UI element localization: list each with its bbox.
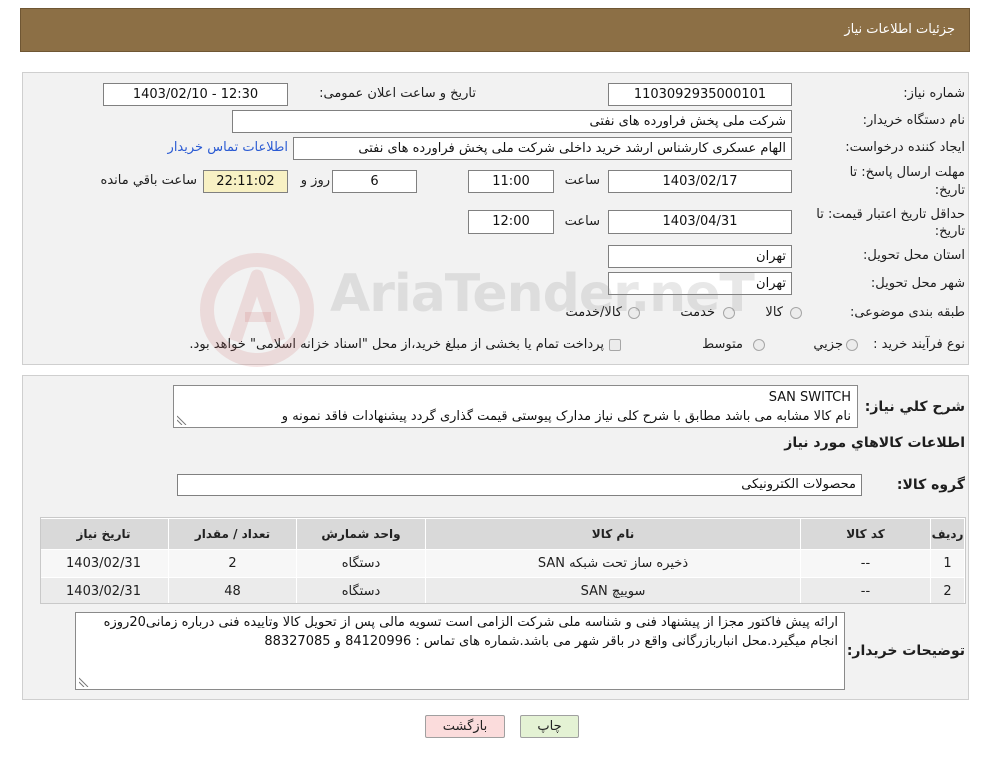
announce-date-field: 1403/02/10 - 12:30 [103, 83, 288, 106]
col-header-item-code: کد کالا [800, 518, 931, 550]
deadline-time-label: ساعت [564, 173, 600, 188]
validity-time-label: ساعت [564, 214, 600, 229]
category-goods-service-radio[interactable] [628, 307, 640, 319]
process-type-label: نوع فرآیند خرید : [873, 337, 965, 352]
deadline-label-line2: تاریخ: [934, 183, 965, 198]
cell-row-number: 2 [930, 577, 965, 603]
cell-quantity: 2 [168, 549, 297, 578]
days-remaining-field: 6 [332, 170, 417, 193]
validity-label-line1: حداقل تاریخ اعتبار قیمت: تا [816, 207, 965, 222]
description-line-1: SAN SWITCH [768, 390, 851, 405]
process-minor-radio[interactable] [846, 339, 858, 351]
cell-row-number: 1 [930, 549, 965, 578]
validity-time-field: 12:00 [468, 210, 554, 234]
province-field: تهران [608, 245, 792, 268]
category-goods-label: کالا [765, 305, 783, 320]
cell-need-date: 1403/02/31 [41, 577, 169, 603]
cell-unit: دستگاه [296, 549, 426, 578]
process-medium-label: متوسط [702, 337, 743, 352]
validity-label-line2: تاریخ: [934, 224, 965, 239]
goods-group-label: گروه کالا: [896, 477, 965, 493]
deadline-date-field: 1403/02/17 [608, 170, 792, 193]
col-header-unit: واحد شمارش [296, 518, 426, 550]
cell-need-date: 1403/02/31 [41, 549, 169, 578]
creator-field: الهام عسکری کارشناس ارشد خرید داخلی شرکت… [293, 137, 792, 160]
description-resize-grip-icon[interactable] [177, 415, 187, 425]
col-header-need-date: تاریخ نیاز [41, 518, 169, 550]
table-row: 1 -- ذخیره ساز تحت شبکه SAN دستگاه 2 140… [41, 549, 965, 578]
days-label: روز و [300, 173, 330, 188]
deadline-time-field: 11:00 [468, 170, 554, 193]
treasury-checkbox[interactable] [609, 339, 621, 351]
buyer-notes-text: ارائه پیش فاکتور مجزا از پیشنهاد فنی و ش… [103, 615, 838, 649]
city-field: تهران [608, 272, 792, 295]
cell-unit: دستگاه [296, 577, 426, 603]
need-number-label: شماره نیاز: [903, 86, 965, 101]
col-header-row-number: ردیف [930, 518, 965, 550]
goods-group-field: محصولات الکترونیکی [177, 474, 862, 496]
buyer-contact-link[interactable]: اطلاعات تماس خریدار [168, 140, 288, 156]
time-remaining-label: ساعت باقي مانده [100, 173, 197, 188]
col-header-quantity: تعداد / مقدار [168, 518, 297, 550]
creator-label: ایجاد کننده درخواست: [845, 140, 965, 155]
cell-item-name: سوییچ SAN [425, 577, 801, 603]
description-textarea[interactable]: SAN SWITCH نام کالا مشابه می باشد مطابق … [173, 385, 858, 428]
buyer-org-field: شرکت ملی پخش فراورده های نفتی [232, 110, 792, 133]
goods-info-heading: اطلاعات کالاهاي مورد نياز [784, 435, 965, 451]
back-button[interactable]: بازگشت [425, 715, 505, 738]
time-remaining-field: 22:11:02 [203, 170, 288, 193]
treasury-note: پرداخت تمام یا بخشی از مبلغ خرید،از محل … [189, 337, 604, 352]
page-title: جزئیات اطلاعات نیاز [844, 22, 955, 37]
city-label: شهر محل تحویل: [870, 276, 965, 291]
goods-table: ردیف کد کالا نام کالا واحد شمارش تعداد /… [40, 517, 966, 604]
deadline-label: مهلت ارسال پاسخ: تا تاریخ: [850, 164, 965, 200]
buyer-org-label: نام دستگاه خریدار: [862, 113, 965, 128]
cell-quantity: 48 [168, 577, 297, 603]
cell-item-code: -- [800, 577, 931, 603]
description-line-2: نام کالا مشابه می باشد مطابق با شرح کلی … [281, 409, 851, 424]
buyer-notes-textarea[interactable]: ارائه پیش فاکتور مجزا از پیشنهاد فنی و ش… [75, 612, 845, 690]
validity-label: حداقل تاریخ اعتبار قیمت: تا تاریخ: [816, 206, 965, 240]
category-service-radio[interactable] [723, 307, 735, 319]
page-header-bar: جزئیات اطلاعات نیاز [20, 8, 970, 52]
province-label: استان محل تحویل: [863, 248, 965, 263]
print-button[interactable]: چاپ [520, 715, 579, 738]
need-details-page: جزئیات اطلاعات نیاز شماره نیاز: 11030929… [0, 0, 985, 759]
need-number-field: 1103092935000101 [608, 83, 792, 106]
col-header-item-name: نام کالا [425, 518, 801, 550]
buyer-notes-label: توضیحات خریدار: [846, 643, 965, 659]
announce-date-label: تاریخ و ساعت اعلان عمومی: [319, 86, 476, 101]
cell-item-code: -- [800, 549, 931, 578]
process-medium-radio[interactable] [753, 339, 765, 351]
category-goods-radio[interactable] [790, 307, 802, 319]
category-service-label: خدمت [680, 305, 715, 320]
category-goods-service-label: کالا/خدمت [565, 305, 622, 320]
category-label: طبقه بندی موضوعی: [849, 305, 965, 320]
deadline-label-line1: مهلت ارسال پاسخ: تا [849, 165, 965, 180]
goods-table-grid: ردیف کد کالا نام کالا واحد شمارش تعداد /… [41, 518, 965, 603]
notes-resize-grip-icon[interactable] [79, 677, 89, 687]
description-label: شرح کلي نياز: [864, 399, 965, 415]
table-row: 2 -- سوییچ SAN دستگاه 48 1403/02/31 [41, 577, 965, 603]
process-minor-label: جزيي [813, 337, 843, 352]
table-header-row: ردیف کد کالا نام کالا واحد شمارش تعداد /… [41, 518, 965, 550]
cell-item-name: ذخیره ساز تحت شبکه SAN [425, 549, 801, 578]
validity-date-field: 1403/04/31 [608, 210, 792, 234]
